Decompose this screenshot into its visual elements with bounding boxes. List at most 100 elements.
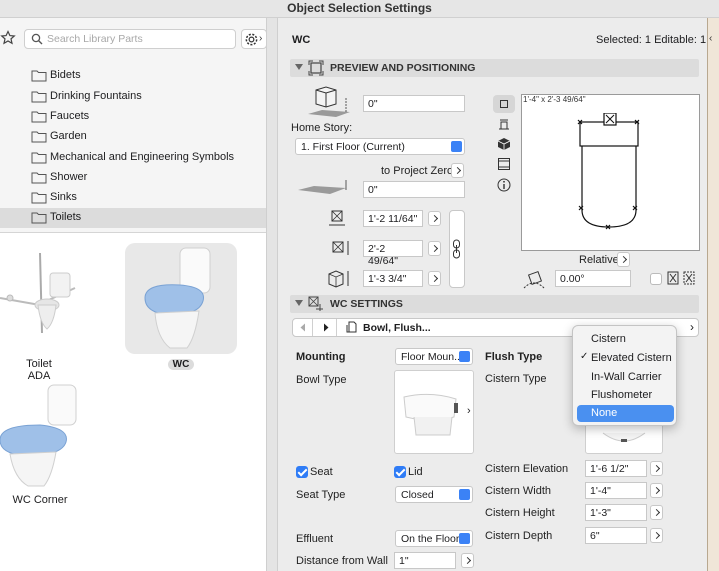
section-view-icon[interactable] [497,117,511,131]
height-field[interactable]: 1'-3 3/4" [363,270,423,287]
lid-checkbox[interactable] [394,466,406,478]
folder-icon [31,131,47,143]
folder-row[interactable]: Shower [0,168,266,188]
height-chevron-button[interactable] [428,271,441,286]
chain-link-toggle[interactable] [449,210,465,288]
mirror-dashed-icon [683,271,695,285]
tile-toilet-ada[interactable]: Toilet ADA [0,243,110,382]
folder-row-selected[interactable]: Toilets [0,208,266,228]
menu-item-flushometer[interactable]: Flushometer [577,387,674,404]
library-settings-button[interactable]: › [241,29,267,49]
depth-field[interactable]: 2'-2 49/64" [363,240,423,267]
section-title: PREVIEW AND POSITIONING [330,62,476,74]
effluent-value: On the Floor [401,533,460,545]
object-name: WC [292,34,311,46]
folder-row[interactable]: Sinks [0,188,266,208]
seat-type-select[interactable]: Closed [395,486,473,503]
favorites-star-icon[interactable] [0,30,16,46]
cistern-elevation-label: Cistern Elevation [485,463,569,475]
seat-checkbox[interactable] [296,466,308,478]
mounting-label: Mounting [296,351,346,363]
folder-label: Sinks [50,191,77,203]
wc-settings-section-header[interactable]: WC SETTINGS [290,295,699,313]
search-input[interactable]: Search Library Parts [24,29,236,49]
tile-wc-corner[interactable]: WC Corner [0,380,110,510]
pane-divider[interactable] [266,18,278,571]
cistern-elevation-field[interactable]: 1'-6 1/2" [585,460,647,477]
folder-row[interactable]: Bidets [0,66,266,86]
bowl-type-picker[interactable]: › [394,370,474,454]
menu-item-in-wall-carrier[interactable]: In-Wall Carrier [577,369,674,386]
folder-row[interactable]: Garden [0,127,266,147]
cistern-width-label: Cistern Width [485,485,552,497]
info-icon[interactable] [497,178,511,192]
tile-label: Toilet ADA [26,358,52,382]
wc-settings-icon [308,296,323,311]
wc-corner-thumbnail [0,384,77,487]
folder-label: Toilets [50,211,82,223]
home-story-select[interactable]: 1. First Floor (Current) [295,138,465,155]
folder-row[interactable]: Faucets [0,107,266,127]
project-zero-field[interactable]: 0" [363,181,465,198]
home-story-value: 1. First Floor (Current) [301,141,405,153]
menu-item-cistern[interactable]: Cistern [577,331,674,348]
distance-from-wall-field[interactable]: 1" [394,552,456,569]
chevron-updown-icon [451,141,462,152]
nav-next-button[interactable] [315,319,337,336]
chevron-updown-icon [459,489,470,500]
mounting-select[interactable]: Floor Moun... [395,348,473,365]
cistern-width-field[interactable]: 1'-4" [585,482,647,499]
folder-row[interactable]: Mechanical and Engineering Symbols [0,148,266,168]
menu-item-elevated-cistern[interactable]: ✓ Elevated Cistern [577,350,674,367]
cistern-type-thumbnail [602,432,646,442]
toilet-ada-thumbnail [0,252,76,334]
cistern-depth-chevron-button[interactable] [650,528,663,543]
square-icon [500,100,508,108]
cistern-height-chevron-button[interactable] [650,505,663,520]
relative-chevron-button[interactable] [617,252,630,267]
mirror-checkbox[interactable] [650,273,662,285]
chevron-right-icon [324,323,329,332]
height-dimension-icon [328,270,349,288]
rotation-angle-field[interactable]: 0.00° [555,270,631,287]
preview-section-header[interactable]: PREVIEW AND POSITIONING [290,59,699,77]
rotation-angle-icon [523,270,545,289]
folder-icon [31,172,47,184]
cistern-height-field[interactable]: 1'-3" [585,504,647,521]
film-view-icon[interactable] [497,157,511,171]
disclosure-triangle-icon [295,64,303,70]
folder-label: Garden [50,130,87,142]
preview-canvas[interactable]: 1'-4" x 2'-3 49/64" [521,94,700,251]
cistern-elevation-chevron-button[interactable] [650,461,663,476]
nav-chevron-right-icon[interactable]: › [690,320,694,334]
cistern-width-chevron-button[interactable] [650,483,663,498]
folder-row[interactable]: Drinking Fountains [0,87,266,107]
nav-title[interactable]: Bowl, Flush... [363,322,431,334]
effluent-select[interactable]: On the Floor [395,530,473,547]
lid-label: Lid [408,466,423,478]
nav-prev-button[interactable] [293,319,313,336]
chevron-updown-icon [459,351,470,362]
folder-icon [31,91,47,103]
view-2d-button[interactable] [493,95,515,113]
3d-view-icon[interactable] [497,137,511,151]
preview-icon [308,60,324,76]
cistern-depth-field[interactable]: 6" [585,527,647,544]
folder-icon [31,152,47,164]
project-zero-chevron-button[interactable] [451,163,464,178]
folder-icon [31,111,47,123]
tile-wc[interactable]: WC [125,243,237,373]
width-field[interactable]: 1'-2 11/64" [363,210,423,227]
search-placeholder: Search Library Parts [47,33,143,45]
elevation-field[interactable]: 0" [363,95,465,112]
home-story-label: Home Story: [291,122,353,134]
tile-label: WC [168,359,194,370]
distance-chevron-button[interactable] [461,553,474,568]
menu-item-none[interactable]: None [577,405,674,422]
depth-chevron-button[interactable] [428,241,441,256]
search-icon [31,33,43,45]
elevation-icon [308,86,350,117]
width-chevron-button[interactable] [428,211,441,226]
folder-label: Faucets [50,110,90,122]
wc-thumbnail [144,247,211,349]
